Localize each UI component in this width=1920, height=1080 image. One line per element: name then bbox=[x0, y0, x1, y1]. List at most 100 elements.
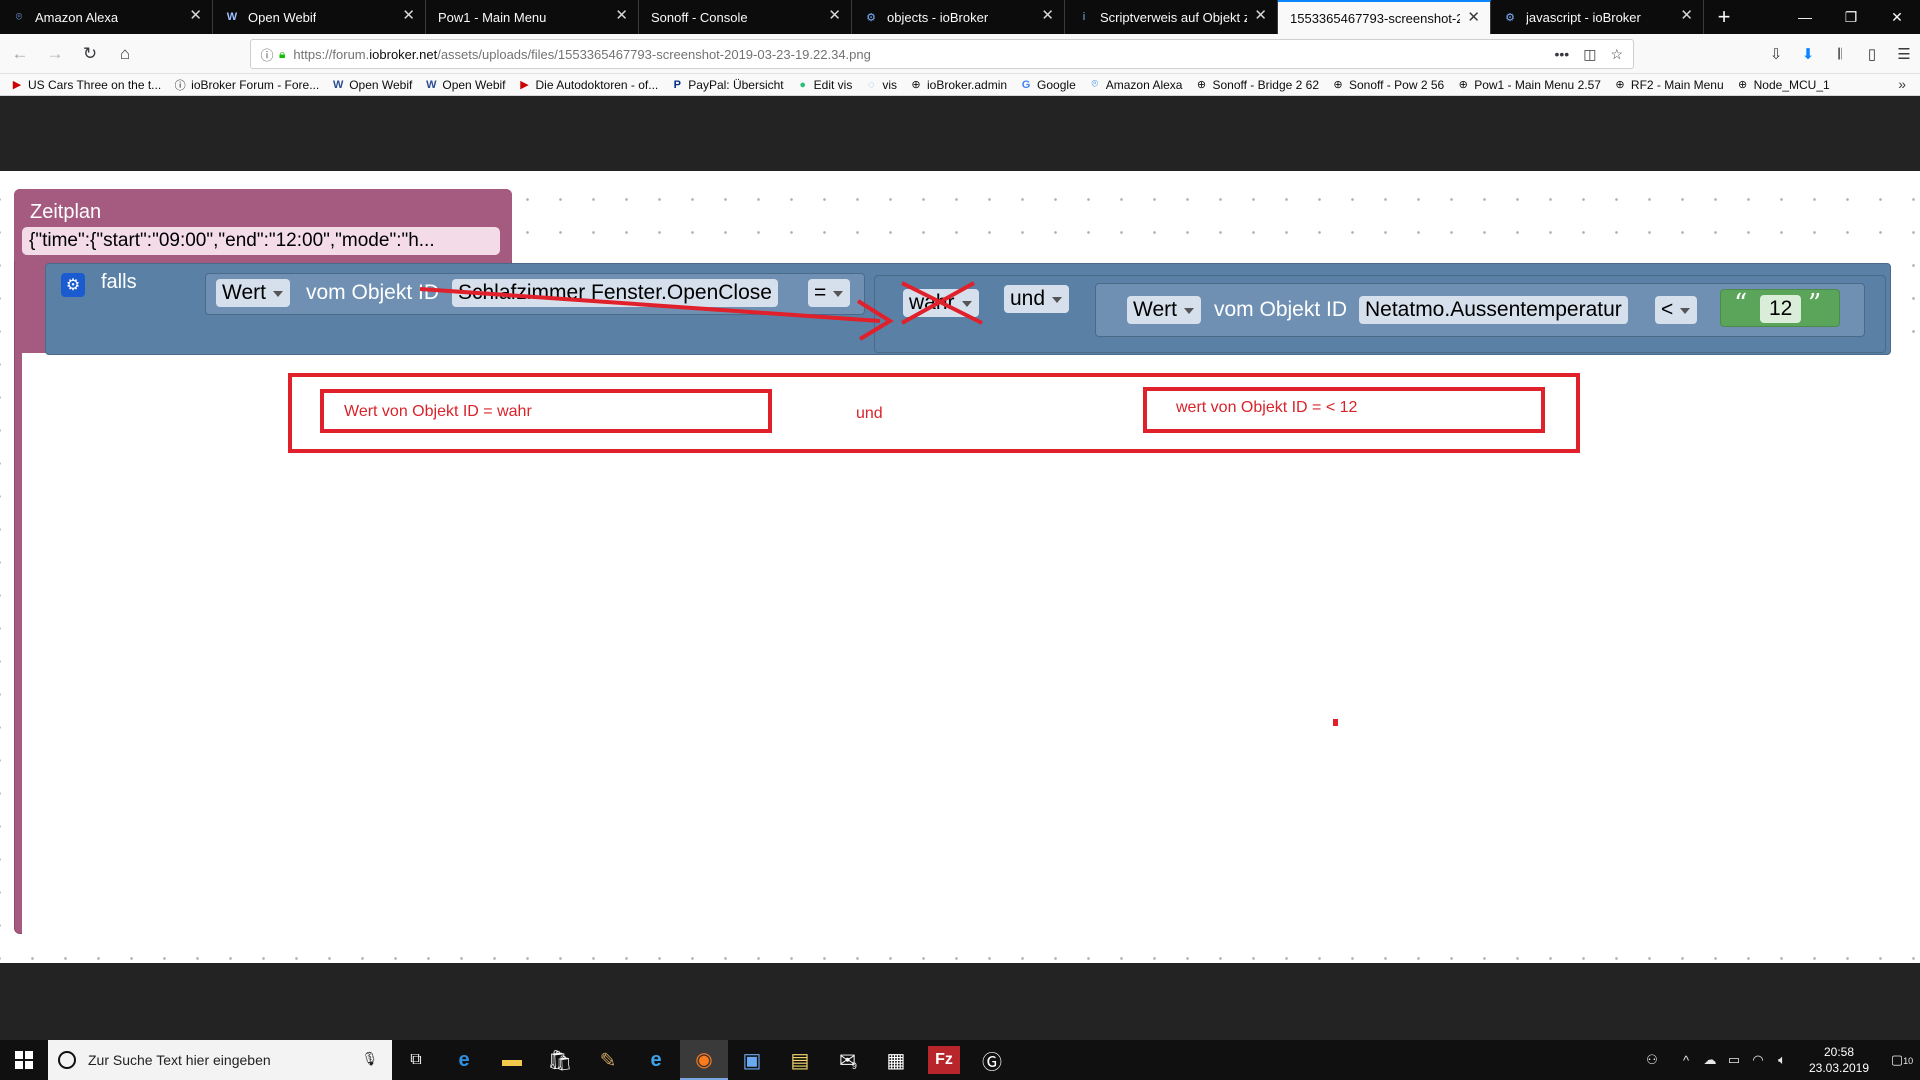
bookmark-item[interactable]: ◌ vis bbox=[864, 78, 897, 92]
clock[interactable]: 20:58 23.03.2019 bbox=[1794, 1044, 1884, 1076]
map-pin-icon: ⌾ bbox=[1091, 78, 1099, 90]
tab-sonoff-console[interactable]: Sonoff - Console ✕ bbox=[639, 0, 852, 34]
bookmark-item[interactable]: ⊕ Pow1 - Main Menu 2.57 bbox=[1456, 78, 1601, 92]
bookmark-item[interactable]: ▶ US Cars Three on the t... bbox=[10, 78, 161, 92]
webif-icon: W bbox=[333, 78, 344, 91]
bookmark-item[interactable]: ▶ Die Autodoktoren - of... bbox=[518, 77, 659, 92]
bookmark-item[interactable]: P PayPal: Übersicht bbox=[670, 78, 784, 92]
tab-open-webif[interactable]: W Open Webif ✕ bbox=[213, 0, 426, 34]
zeitplan-json-field[interactable]: {"time":{"start":"09:00","end":"12:00","… bbox=[22, 227, 500, 255]
tab-amazon-alexa[interactable]: ⌾ Amazon Alexa ✕ bbox=[0, 0, 213, 34]
home-icon[interactable]: ⌂ bbox=[110, 39, 140, 69]
firefox-icon[interactable]: ◉ bbox=[680, 1040, 728, 1080]
wert-dropdown[interactable]: Wert bbox=[216, 279, 290, 307]
info-icon: i bbox=[1082, 11, 1086, 23]
page-actions-icon[interactable]: ••• bbox=[1554, 46, 1569, 63]
info-circle-icon[interactable]: ⓘ bbox=[259, 45, 275, 64]
bookmark-item[interactable]: ⓘ ioBroker Forum - Fore... bbox=[173, 78, 320, 92]
forward-icon[interactable]: → bbox=[40, 39, 70, 69]
close-icon[interactable]: ✕ bbox=[1680, 8, 1693, 23]
onedrive-icon[interactable]: ☁ bbox=[1698, 1052, 1722, 1068]
close-icon[interactable]: ✕ bbox=[828, 8, 841, 23]
sidebar-icon[interactable]: ▯ bbox=[1856, 38, 1888, 70]
people-icon[interactable]: ⚇ bbox=[1640, 1052, 1664, 1068]
pocket-icon[interactable]: ◫ bbox=[1583, 46, 1596, 63]
tab-javascript-iobroker[interactable]: ⚙ javascript - ioBroker ✕ bbox=[1491, 0, 1704, 34]
wifi-icon[interactable]: ◠ bbox=[1746, 1052, 1770, 1068]
minimize-icon[interactable]: — bbox=[1782, 0, 1828, 34]
notifications-icon[interactable]: ▢10 bbox=[1884, 1052, 1920, 1068]
mail-icon[interactable]: ✉ 9 bbox=[824, 1040, 872, 1080]
operator-eq-dropdown[interactable]: = bbox=[808, 279, 851, 307]
bookmark-item[interactable]: W Open Webif bbox=[331, 78, 412, 92]
calculator-icon[interactable]: ▦ bbox=[872, 1040, 920, 1080]
tab-label: Amazon Alexa bbox=[35, 9, 119, 25]
store-icon[interactable]: 🛍︎ bbox=[536, 1040, 584, 1080]
close-icon[interactable]: ✕ bbox=[189, 8, 202, 23]
gear-icon[interactable]: ⚙ bbox=[61, 273, 85, 297]
search-placeholder: Zur Suche Text hier eingeben bbox=[88, 1052, 271, 1068]
bookmark-item[interactable]: ⊕ Sonoff - Pow 2 56 bbox=[1331, 78, 1444, 92]
navigation-bar: ← → ↻ ⌂ ⓘ 🔒︎ https://forum. iobroker.net /… bbox=[0, 34, 1920, 74]
object-id-field-2[interactable]: Netatmo.Aussentemperatur bbox=[1359, 296, 1628, 324]
bookmark-item[interactable]: ● Edit vis bbox=[796, 78, 852, 92]
bookmark-item[interactable]: ⊕ RF2 - Main Menu bbox=[1613, 78, 1723, 92]
paint-icon[interactable]: ✎ bbox=[584, 1040, 632, 1080]
reload-icon[interactable]: ↻ bbox=[75, 39, 105, 69]
bookmark-item[interactable]: ⊕ ioBroker.admin bbox=[909, 78, 1007, 92]
close-icon[interactable]: ✕ bbox=[402, 8, 415, 23]
tab-screenshot-active[interactable]: 1553365467793-screenshot-2019- ✕ bbox=[1278, 0, 1491, 34]
sticky-notes-icon[interactable]: ▤ bbox=[776, 1040, 824, 1080]
bookmark-label: US Cars Three on the t... bbox=[28, 77, 162, 92]
battery-icon[interactable]: ▭ bbox=[1722, 1052, 1746, 1068]
downloads-tray-icon[interactable]: ⇩ bbox=[1760, 38, 1792, 70]
system-tray: ⚇ ^ ☁ ▭ ◠ 🔈︎ 20:58 23.03.2019 ▢10 bbox=[1640, 1040, 1920, 1080]
taskbar-search-input[interactable]: Zur Suche Text hier eingeben 🎙︎ bbox=[48, 1040, 392, 1080]
boolean-dropdown[interactable]: wahr bbox=[903, 289, 979, 317]
bookmark-label: Pow1 - Main Menu 2.57 bbox=[1474, 77, 1601, 92]
back-icon[interactable]: ← bbox=[5, 39, 35, 69]
network-app-icon[interactable]: ▣ bbox=[728, 1040, 776, 1080]
close-icon[interactable]: ✕ bbox=[1041, 8, 1054, 23]
bookmark-item[interactable]: ⌾ Amazon Alexa bbox=[1088, 78, 1182, 92]
tab-scriptverweis[interactable]: i Scriptverweis auf Objekt zeig ✕ bbox=[1065, 0, 1278, 34]
download-icon[interactable]: ⬇ bbox=[1792, 38, 1824, 70]
filezilla-icon[interactable]: Fz bbox=[928, 1046, 960, 1074]
microphone-icon[interactable]: 🎙︎ bbox=[361, 1051, 378, 1067]
object-id-field[interactable]: Schlafzimmer Fenster.OpenClose bbox=[452, 279, 778, 307]
close-icon[interactable]: ✕ bbox=[615, 8, 628, 23]
close-window-icon[interactable]: ✕ bbox=[1874, 0, 1920, 34]
bookmark-item[interactable]: ⊕ Sonoff - Bridge 2 62 bbox=[1194, 78, 1319, 92]
chevron-right-icon[interactable]: » bbox=[1898, 76, 1906, 92]
address-bar[interactable]: ⓘ 🔒︎ https://forum. iobroker.net/assets/u… bbox=[250, 39, 1634, 69]
bookmark-star-icon[interactable]: ☆ bbox=[1610, 46, 1623, 63]
globe-icon: ⊕ bbox=[1738, 79, 1748, 91]
close-icon[interactable]: ✕ bbox=[1254, 8, 1267, 23]
tab-objects-iobroker[interactable]: ⚙ objects - ioBroker ✕ bbox=[852, 0, 1065, 34]
operator-lt-dropdown[interactable]: < bbox=[1655, 296, 1698, 324]
restore-icon[interactable]: ❐ bbox=[1828, 0, 1874, 34]
bookmark-item[interactable]: W Open Webif bbox=[424, 78, 505, 92]
file-explorer-icon[interactable]: ▬ bbox=[488, 1040, 536, 1080]
lock-icon[interactable]: 🔒︎ bbox=[279, 47, 285, 62]
volume-icon[interactable]: 🔈︎ bbox=[1770, 1052, 1794, 1068]
text-value-field[interactable]: 12 bbox=[1760, 295, 1802, 323]
edge-icon[interactable]: e bbox=[440, 1040, 488, 1080]
bookmark-item[interactable]: G Google bbox=[1019, 78, 1076, 92]
chevron-up-icon[interactable]: ^ bbox=[1674, 1053, 1698, 1068]
logic-and-dropdown[interactable]: und bbox=[1004, 285, 1070, 313]
internet-explorer-icon[interactable]: e bbox=[632, 1040, 680, 1080]
bookmark-item[interactable]: ⊕ Node_MCU_1 bbox=[1736, 78, 1830, 92]
new-tab-button[interactable]: + bbox=[1704, 0, 1744, 34]
menu-icon[interactable]: ☰ bbox=[1888, 38, 1920, 70]
wert-dropdown-2[interactable]: Wert bbox=[1127, 296, 1201, 324]
start-button[interactable] bbox=[0, 1040, 48, 1080]
close-icon[interactable]: ✕ bbox=[1467, 10, 1480, 25]
google-app-icon[interactable]: Ⓖ bbox=[968, 1040, 1016, 1080]
task-view-icon[interactable]: ⧉ bbox=[392, 1040, 440, 1080]
bookmark-label: Die Autodoktoren - of... bbox=[535, 77, 659, 92]
tab-pow1-main-menu[interactable]: Pow1 - Main Menu ✕ bbox=[426, 0, 639, 34]
library-icon[interactable]: 𝄃 bbox=[1824, 38, 1856, 70]
clock-time: 20:58 bbox=[1823, 1045, 1855, 1059]
annotation-right-text: wert von Objekt ID = < 12 bbox=[1176, 399, 1358, 416]
